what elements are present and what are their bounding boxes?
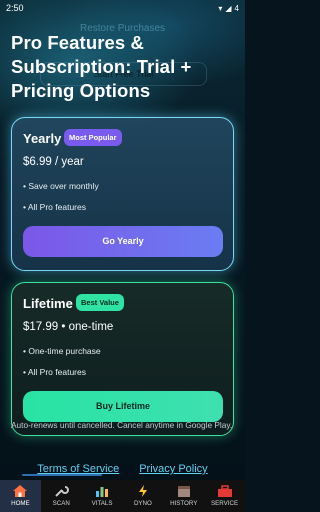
history-icon xyxy=(176,484,192,498)
nav-vitals[interactable]: VITALS xyxy=(82,480,123,512)
plan-name: Lifetime xyxy=(23,296,73,311)
nav-history[interactable]: HISTORY xyxy=(163,480,204,512)
status-bar: 2:50 ▾ ◢ 4 xyxy=(0,0,245,16)
toolbox-icon xyxy=(217,484,233,498)
plan-feature: • All Pro features xyxy=(23,202,86,212)
plan-feature: • Save over monthly xyxy=(23,181,99,191)
plan-feature: • All Pro features xyxy=(23,367,86,377)
status-time: 2:50 xyxy=(6,3,24,13)
renewal-footnote: Auto-renews until cancelled. Cancel anyt… xyxy=(11,420,233,430)
buy-lifetime-button[interactable]: Buy Lifetime xyxy=(23,391,223,422)
privacy-policy-link[interactable]: Privacy Policy xyxy=(139,463,207,477)
wifi-icon: ▾ xyxy=(218,3,223,13)
nav-scan[interactable]: SCAN xyxy=(41,480,82,512)
plan-name: Yearly xyxy=(23,131,62,146)
plan-price: $17.99 • one-time xyxy=(23,321,114,333)
best-value-badge: Best Value xyxy=(76,294,124,311)
legal-links: Terms of Service Privacy Policy xyxy=(0,463,245,477)
yearly-plan-card[interactable]: Yearly Most Popular $6.99 / year • Save … xyxy=(11,117,234,271)
plan-feature: • One-time purchase xyxy=(23,346,101,356)
battery-icon: 4 xyxy=(234,3,239,13)
signal-icon: ◢ xyxy=(225,3,232,13)
nav-dyno[interactable]: DYNO xyxy=(122,480,163,512)
terms-of-service-link[interactable]: Terms of Service xyxy=(37,463,119,477)
nav-home[interactable]: HOME xyxy=(0,480,41,512)
bolt-icon xyxy=(135,484,151,498)
bars-icon xyxy=(94,484,110,498)
home-icon xyxy=(12,484,28,498)
most-popular-badge: Most Popular xyxy=(64,129,122,146)
lifetime-plan-card[interactable]: Lifetime Best Value $17.99 • one-time • … xyxy=(11,282,234,436)
page-title: Pro Features & Subscription: Trial + Pri… xyxy=(11,32,192,101)
wrench-icon xyxy=(53,484,70,498)
nav-service[interactable]: SERVICE xyxy=(204,480,245,512)
plan-price: $6.99 / year xyxy=(23,156,84,168)
bottom-navigation: HOME SCAN VITALS DYNO HISTORY SERVICE xyxy=(0,480,245,512)
go-yearly-button[interactable]: Go Yearly xyxy=(23,226,223,257)
